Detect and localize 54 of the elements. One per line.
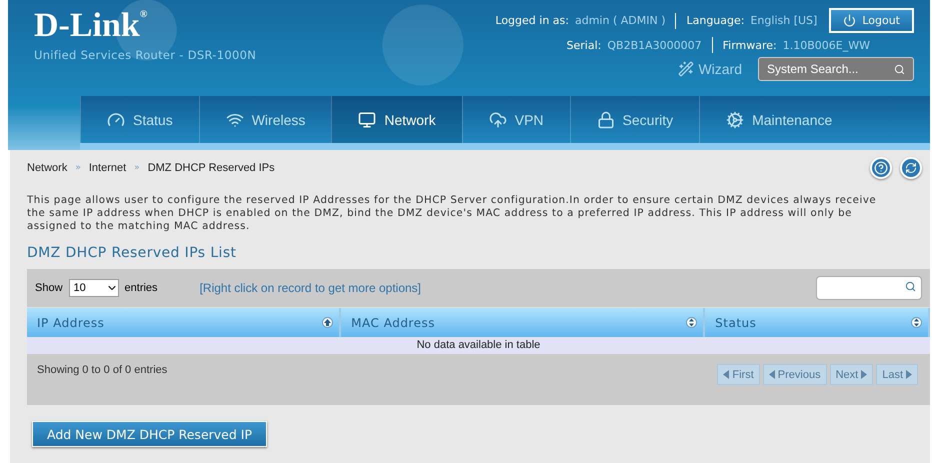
arrow-left-icon xyxy=(723,370,730,379)
help-button[interactable] xyxy=(870,157,892,179)
lock-icon xyxy=(596,110,615,128)
nav-tab[interactable]: Wireless xyxy=(198,96,332,143)
firmware-value: 1.10B006E_WW xyxy=(782,38,870,52)
sort-up-icon[interactable] xyxy=(322,317,334,328)
breadcrumb-separator: » xyxy=(134,163,140,173)
breadcrumb-separator: » xyxy=(75,163,81,173)
arrow-right-icon xyxy=(861,370,868,379)
logout-button[interactable]: Logout xyxy=(829,8,914,33)
page-description: This page allows user to configure the reserved IP Addresses for the DHCP Server configuration.In order to ensure certain DMZ devices always receive the same IP address when DHCP is enabled on the DMZ, bind the DMZ device's MAC address to a preferred IP address. This IP address will only be assigned to the matching MAC address. xyxy=(27,194,878,233)
wizard-link[interactable]: Wizard xyxy=(678,61,742,77)
page-title: DMZ DHCP Reserved IPs xyxy=(148,162,275,174)
table-search-field[interactable] xyxy=(816,276,922,300)
language-value[interactable]: English [US] xyxy=(750,14,818,27)
sort-both-icon[interactable] xyxy=(686,317,698,328)
magic-wand-icon xyxy=(678,61,694,77)
serial-value: QB2B1A3000007 xyxy=(607,38,702,52)
serial-label: Serial: xyxy=(566,38,602,52)
refresh-button[interactable] xyxy=(900,157,922,179)
refresh-icon xyxy=(905,162,917,174)
section-title: DMZ DHCP Reserved IPs List xyxy=(27,245,238,261)
add-reserved-ip-button[interactable]: Add New DMZ DHCP Reserved IP xyxy=(32,421,267,447)
arrow-left-icon xyxy=(768,370,775,379)
product-subtitle: Unified Services Router - DSR-1000N xyxy=(34,48,256,62)
system-search-field[interactable]: System Search... xyxy=(758,57,914,81)
cloud-upload-icon xyxy=(488,110,507,128)
firmware-label: Firmware: xyxy=(722,38,777,52)
search-icon xyxy=(905,281,916,292)
page-size-select[interactable]: 10 xyxy=(68,279,119,297)
brand-logo: D-Link® xyxy=(34,8,148,44)
show-label: Show xyxy=(35,282,63,294)
power-icon xyxy=(843,14,856,27)
breadcrumb-link[interactable]: Internet xyxy=(88,162,126,174)
context-hint: [Right click on record to get more options] xyxy=(200,281,422,295)
gear-icon xyxy=(726,110,744,128)
help-icon xyxy=(874,161,888,175)
entries-info: Showing 0 to 0 of 0 entries xyxy=(37,364,168,376)
user-name: admin ( ADMIN ) xyxy=(574,14,666,27)
search-icon xyxy=(894,64,905,74)
arrow-right-icon xyxy=(906,370,912,379)
monitor-icon xyxy=(358,110,376,128)
entries-label: entries xyxy=(124,282,158,294)
breadcrumb-link[interactable]: Network xyxy=(27,162,68,174)
nav-tab[interactable]: Status xyxy=(80,96,199,143)
language-label: Language: xyxy=(686,14,744,27)
nav-tab[interactable]: VPN xyxy=(462,96,570,143)
gauge-icon xyxy=(107,110,125,128)
nav-tab[interactable]: Security xyxy=(570,96,700,143)
sort-both-icon[interactable] xyxy=(911,317,922,328)
nav-tab[interactable]: Network xyxy=(331,96,462,143)
empty-table-message: No data available in table xyxy=(27,337,930,354)
logged-in-label: Logged in as: xyxy=(495,14,569,27)
nav-tab[interactable]: Maintenance xyxy=(699,96,858,143)
